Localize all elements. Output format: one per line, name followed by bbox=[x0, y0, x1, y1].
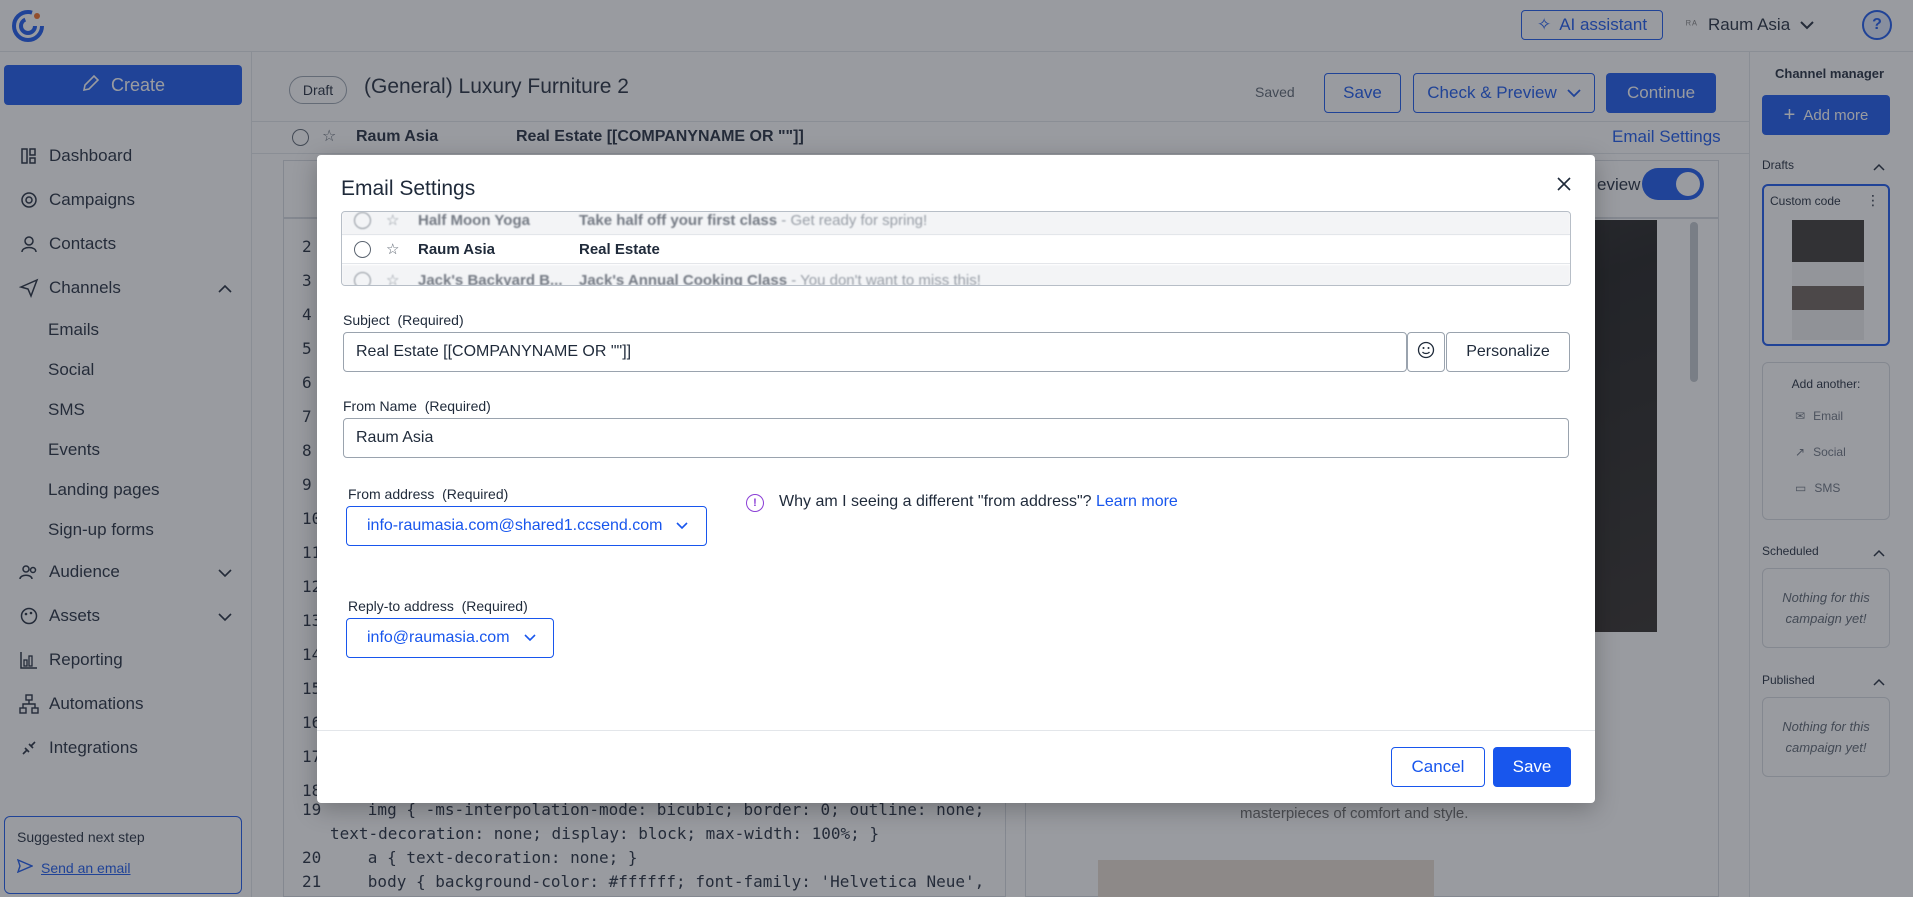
chevron-down-icon bbox=[676, 517, 689, 535]
from-name-label-text: From Name bbox=[343, 398, 417, 414]
learn-more-link[interactable]: Learn more bbox=[1096, 493, 1178, 510]
inbox-preview: ☆ Half Moon Yoga Take half off your firs… bbox=[341, 211, 1571, 286]
subject-label-text: Subject bbox=[343, 312, 390, 328]
required-tag: (Required) bbox=[461, 598, 528, 614]
inbox-subject: Jack's Annual Cooking Class - You don't … bbox=[579, 271, 981, 286]
reply-to-label-text: Reply-to address bbox=[348, 598, 454, 614]
reply-to-label: Reply-to address (Required) bbox=[348, 598, 528, 614]
close-icon[interactable] bbox=[1554, 174, 1574, 194]
radio-icon bbox=[354, 240, 371, 258]
subject-input[interactable]: Real Estate [[COMPANYNAME OR ""]] bbox=[343, 332, 1407, 372]
from-address-label-text: From address bbox=[348, 486, 435, 502]
from-address-info: Why am I seeing a different "from addres… bbox=[779, 493, 1178, 511]
star-icon: ☆ bbox=[386, 212, 400, 229]
radio-icon bbox=[354, 271, 371, 285]
inbox-subject-text: Take half off your first class bbox=[579, 211, 778, 229]
info-icon: ! bbox=[746, 494, 764, 512]
modal-footer-divider bbox=[317, 730, 1595, 731]
inbox-sender: Jack's Backyard B... bbox=[418, 271, 563, 286]
reply-to-select[interactable]: info@raumasia.com bbox=[346, 618, 554, 658]
modal-save-button[interactable]: Save bbox=[1493, 747, 1571, 787]
inbox-sender: Raum Asia bbox=[418, 240, 495, 258]
inbox-subject: Take half off your first class - Get rea… bbox=[579, 212, 927, 229]
inbox-preheader: - You don't want to miss this! bbox=[787, 271, 981, 286]
info-text: Why am I seeing a different "from addres… bbox=[779, 493, 1092, 510]
star-icon: ☆ bbox=[386, 241, 400, 258]
subject-label: Subject (Required) bbox=[343, 312, 464, 328]
cancel-button[interactable]: Cancel bbox=[1391, 747, 1485, 787]
reply-to-value: info@raumasia.com bbox=[367, 629, 510, 646]
star-icon: ☆ bbox=[386, 272, 400, 286]
from-name-label: From Name (Required) bbox=[343, 398, 491, 414]
inbox-subject-text: Jack's Annual Cooking Class bbox=[579, 271, 788, 286]
radio-icon bbox=[354, 212, 371, 229]
inbox-subject: Real Estate bbox=[579, 240, 660, 258]
emoji-button[interactable] bbox=[1407, 332, 1445, 372]
inbox-preheader: - Get ready for spring! bbox=[777, 211, 928, 229]
inbox-row: ☆ Jack's Backyard B... Jack's Annual Coo… bbox=[342, 265, 1570, 286]
inbox-sender: Half Moon Yoga bbox=[418, 211, 530, 229]
from-name-input[interactable]: Raum Asia bbox=[343, 418, 1569, 458]
chevron-down-icon bbox=[523, 629, 536, 647]
smiley-icon bbox=[1417, 341, 1435, 364]
modal-title: Email Settings bbox=[341, 177, 476, 200]
required-tag: (Required) bbox=[442, 486, 509, 502]
required-tag: (Required) bbox=[397, 312, 464, 328]
inbox-row: ☆ Half Moon Yoga Take half off your firs… bbox=[342, 211, 1570, 235]
personalize-button[interactable]: Personalize bbox=[1446, 332, 1570, 372]
from-address-select[interactable]: info-raumasia.com@shared1.ccsend.com bbox=[346, 506, 707, 546]
from-address-label: From address (Required) bbox=[348, 486, 508, 502]
from-address-value: info-raumasia.com@shared1.ccsend.com bbox=[367, 517, 663, 534]
inbox-row-current: ☆ Raum Asia Real Estate bbox=[342, 234, 1570, 264]
required-tag: (Required) bbox=[424, 398, 491, 414]
